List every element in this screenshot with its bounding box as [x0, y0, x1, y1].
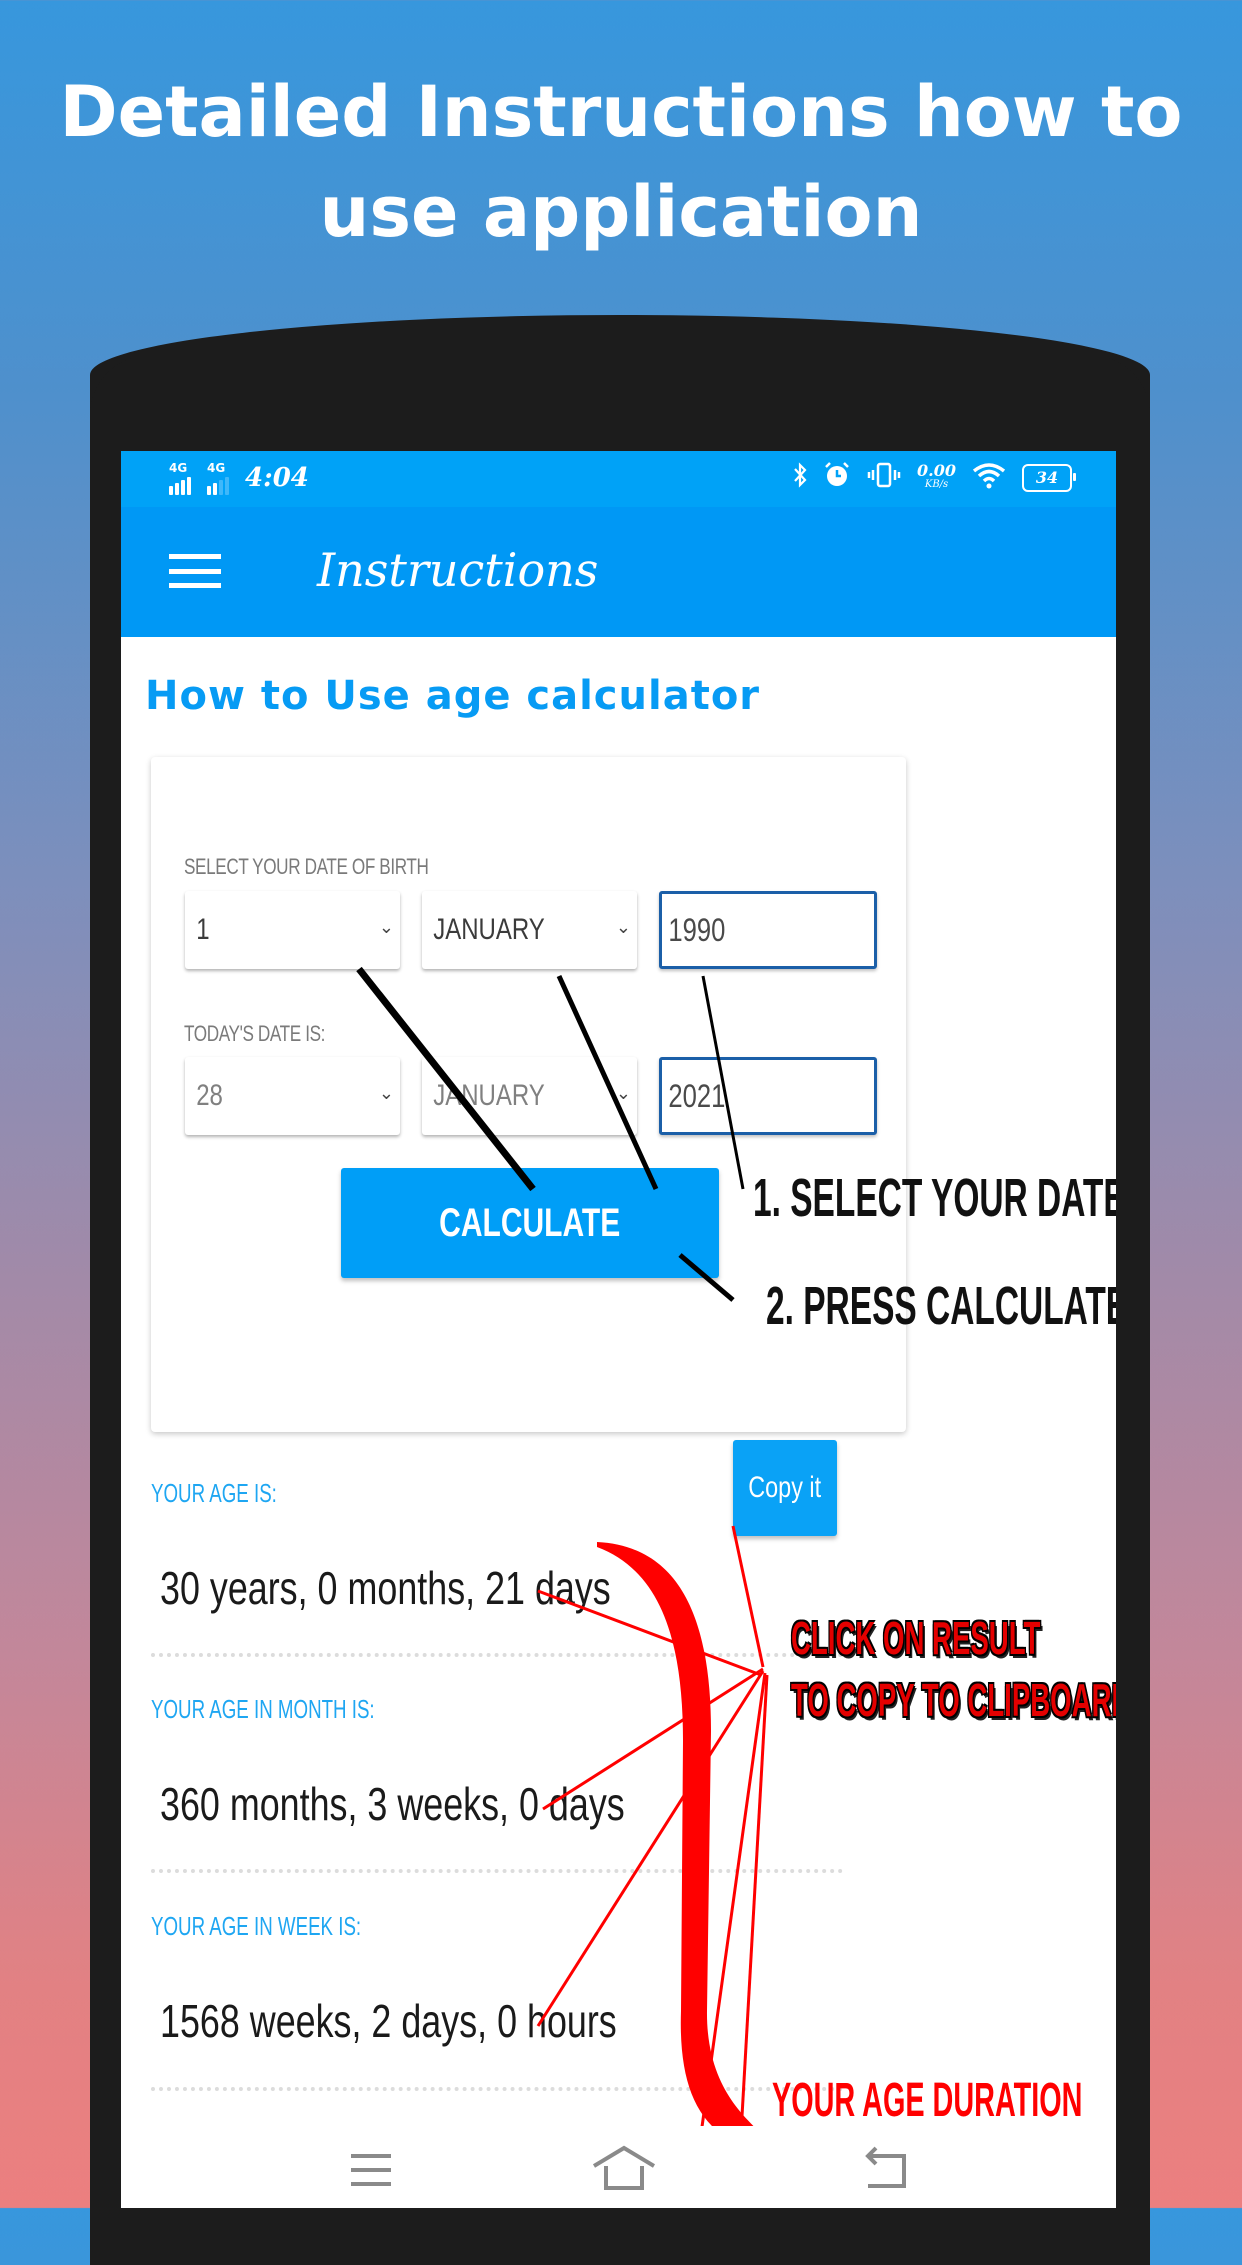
network-speed-value: 0.00	[917, 460, 956, 480]
dob-day-value: 1	[196, 913, 210, 946]
menu-lines-icon	[351, 2154, 391, 2186]
vibrate-icon	[867, 461, 901, 494]
wifi-icon	[972, 461, 1006, 494]
result-value-months[interactable]: 360 months, 3 weeks, 0 days	[160, 1777, 625, 1831]
app-bar-title: Instructions	[317, 543, 599, 597]
today-year-input[interactable]: 2021	[659, 1057, 877, 1135]
network-speed: 0.00 KB/s	[917, 460, 956, 492]
today-month-value: JANUARY	[433, 1079, 545, 1112]
copy-it-label: Copy it	[748, 1471, 822, 1504]
system-nav-bar	[121, 2126, 1116, 2208]
dob-day-select[interactable]: 1 ⌄	[185, 891, 400, 969]
result-divider	[151, 2087, 843, 2091]
copy-it-button[interactable]: Copy it	[733, 1440, 837, 1536]
chevron-down-icon: ⌄	[615, 1083, 631, 1103]
result-value-weeks[interactable]: 1568 weeks, 2 days, 0 hours	[160, 1994, 617, 2048]
annotation-step2: 2. PRESS CALCULATE	[766, 1276, 1116, 1336]
network-type-label: 4G	[207, 461, 226, 475]
bluetooth-icon	[793, 462, 807, 493]
app-bar: Instructions	[121, 507, 1116, 637]
today-label: TODAY'S DATE IS:	[184, 1021, 326, 1046]
signal-strength-icon: 4G	[169, 461, 197, 495]
pointer-line-weeks	[536, 1670, 765, 2027]
chevron-down-icon: ⌄	[378, 917, 394, 937]
status-bar: 4G 4G 4:04 0.00 KB/s 34	[121, 451, 1116, 507]
chevron-down-icon: ⌄	[615, 917, 631, 937]
page-heading: How to Use age calculator	[145, 673, 761, 719]
dob-year-input[interactable]: 1990	[659, 891, 877, 969]
promo-headline-line1: Detailed Instructions how to	[59, 71, 1183, 153]
result-divider	[151, 1653, 843, 1657]
promo-headline-line2: use application	[319, 171, 923, 253]
today-day-value: 28	[196, 1079, 223, 1112]
dob-year-value: 1990	[668, 911, 726, 948]
dob-label: SELECT YOUR DATE OF BIRTH	[184, 854, 429, 879]
status-time: 4:04	[245, 463, 309, 493]
network-type-label: 4G	[169, 461, 188, 475]
battery-level: 34	[1035, 468, 1059, 487]
battery-icon: 34	[1022, 463, 1076, 492]
dob-month-select[interactable]: JANUARY ⌄	[422, 891, 637, 969]
network-speed-unit: KB/s	[924, 478, 949, 490]
result-divider	[151, 1869, 843, 1873]
back-icon	[865, 2146, 906, 2188]
alarm-icon	[823, 461, 851, 494]
red-brace	[597, 1542, 761, 2134]
home-icon	[592, 2145, 656, 2190]
signal-strength-icon: 4G	[207, 461, 235, 495]
annotation-click-line2: TO COPY TO CLIPBOARD	[791, 1674, 1116, 1726]
result-value-age[interactable]: 30 years, 0 months, 21 days	[160, 1561, 611, 1615]
home-button[interactable]	[589, 2144, 656, 2194]
promo-headline: Detailed Instructions how to use applica…	[0, 62, 1242, 262]
hamburger-menu-icon[interactable]	[169, 554, 221, 588]
dob-month-value: JANUARY	[433, 913, 545, 946]
result-label-age: YOUR AGE IS:	[151, 1478, 277, 1508]
chevron-down-icon: ⌄	[378, 1083, 394, 1103]
recent-apps-button[interactable]	[341, 2144, 401, 2194]
today-year-value: 2021	[668, 1077, 726, 1114]
back-button[interactable]	[856, 2144, 916, 2194]
calculate-button-label: CALCULATE	[439, 1200, 621, 1245]
pointer-line-copy	[731, 1525, 765, 1668]
today-month-select[interactable]: JANUARY ⌄	[422, 1057, 637, 1135]
pointer-line-extra2	[739, 1674, 769, 2135]
result-label-weeks: YOUR AGE IN WEEK IS:	[151, 1911, 362, 1941]
calculate-button[interactable]: CALCULATE	[341, 1168, 719, 1278]
result-label-months: YOUR AGE IN MONTH IS:	[151, 1694, 375, 1724]
annotation-click-line1: CLICK ON RESULT	[791, 1612, 1041, 1664]
annotation-step1: 1. SELECT YOUR DATE OF BIRTH	[753, 1168, 1116, 1228]
pointer-line-extra1	[699, 1672, 767, 2135]
phone-screen: 4G 4G 4:04 0.00 KB/s 34 Instructions How…	[121, 451, 1116, 2208]
annotation-age-duration: YOUR AGE DURATION	[772, 2074, 1083, 2127]
today-day-select[interactable]: 28 ⌄	[185, 1057, 400, 1135]
